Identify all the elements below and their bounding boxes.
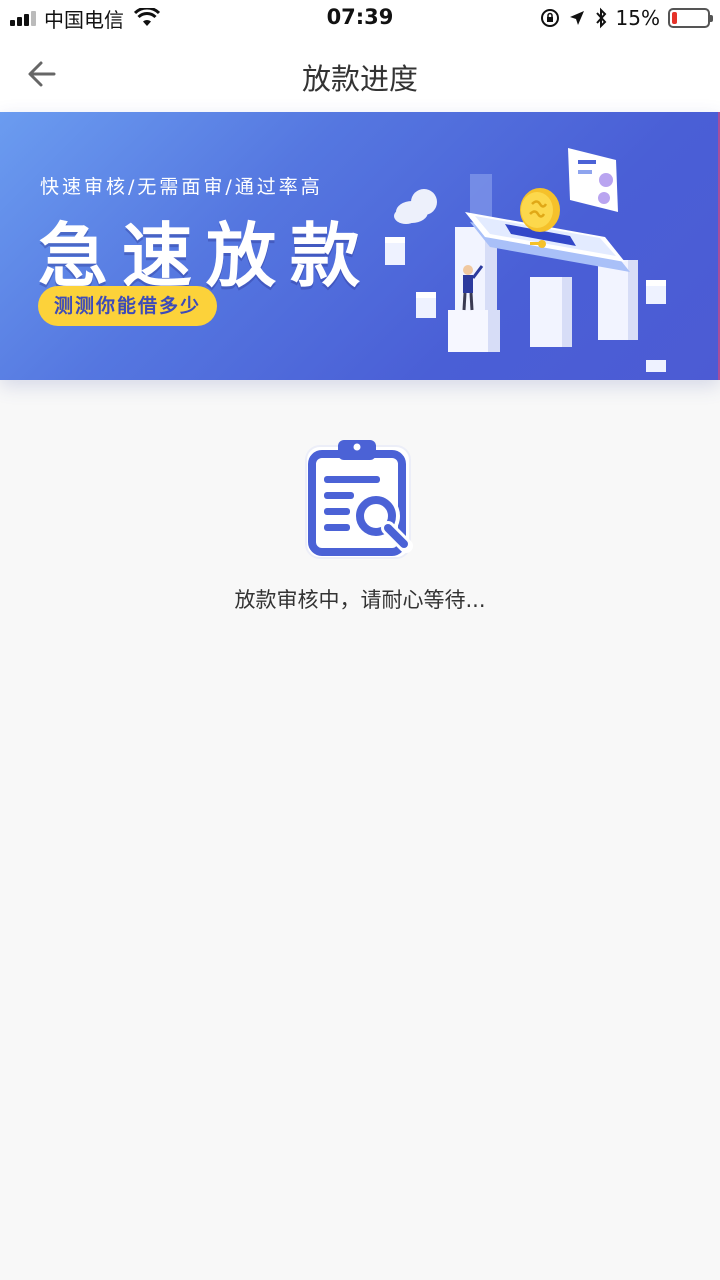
navigation-bar: 放款进度: [0, 36, 720, 112]
orientation-lock-icon: [540, 9, 559, 27]
banner-subtitle: 快速审核/无需面审/通过率高: [40, 176, 323, 198]
battery-percent: 15%: [615, 6, 660, 30]
status-bar: 中国电信 07:39 15%: [0, 0, 720, 36]
bluetooth-icon: [595, 7, 606, 29]
promo-banner[interactable]: 快速审核/无需面审/通过率高 急速放款 测测你能借多少: [0, 112, 720, 380]
status-bar-right: 15%: [540, 6, 713, 30]
banner-cta-button[interactable]: 测测你能借多少: [38, 286, 218, 326]
cloud-icon: [394, 189, 437, 224]
location-icon: [569, 11, 584, 25]
coin-icon: [520, 188, 560, 232]
info-card: [568, 148, 618, 212]
page-title: 放款进度: [301, 62, 418, 96]
clipboard-search-icon: [305, 440, 413, 559]
battery-icon: [668, 8, 713, 28]
banner-illustration: [385, 148, 666, 372]
status-message: 放款审核中，请耐心等待...: [234, 588, 486, 612]
